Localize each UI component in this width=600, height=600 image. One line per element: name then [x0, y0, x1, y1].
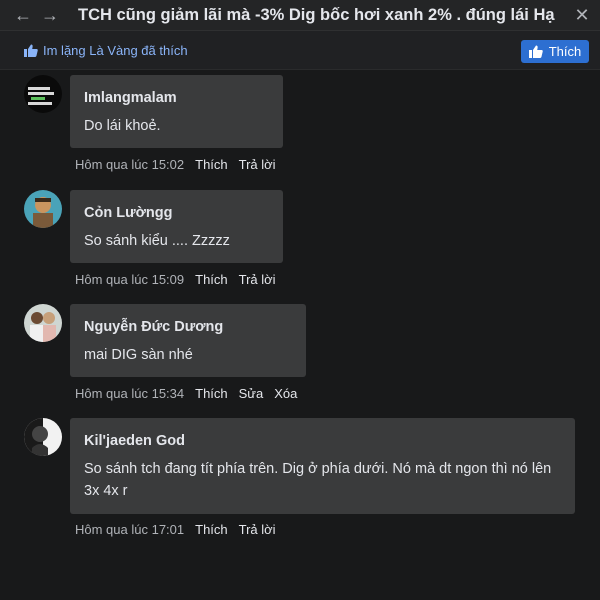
- like-action[interactable]: Thích: [195, 522, 228, 537]
- like-action[interactable]: Thích: [195, 157, 228, 172]
- reply-action[interactable]: Trả lời: [239, 522, 276, 537]
- thumbs-up-icon: [528, 45, 543, 58]
- comment-author[interactable]: Cỏn Lườngg: [84, 205, 269, 221]
- like-action[interactable]: Thích: [195, 386, 228, 401]
- avatar[interactable]: [24, 418, 62, 456]
- avatar[interactable]: [24, 190, 62, 228]
- comment-bubble: Cỏn Lườngg So sánh kiểu .... Zzzzz: [70, 190, 283, 263]
- forward-arrow-icon[interactable]: →: [38, 3, 62, 27]
- comment-text: mai DIG sàn nhé: [84, 347, 193, 363]
- delete-action[interactable]: Xóa: [274, 386, 297, 401]
- comment-text: So sánh tch đang tít phía trên. Dig ở ph…: [84, 461, 552, 499]
- close-icon[interactable]: ✕: [570, 3, 594, 27]
- comment-author[interactable]: Imlangmalam: [84, 90, 269, 106]
- comment-bubble: Imlangmalam Do lái khoẻ.: [70, 75, 283, 148]
- comment-meta: Hôm qua lúc 17:01 Thích Trả lời: [75, 522, 276, 537]
- like-action[interactable]: Thích: [195, 272, 228, 287]
- comment-bubble: Kil'jaeden God So sánh tch đang tít phía…: [70, 418, 575, 514]
- comment-time[interactable]: Hôm qua lúc 15:09: [75, 272, 184, 287]
- like-button[interactable]: Thích: [521, 40, 589, 63]
- avatar[interactable]: [24, 75, 62, 113]
- comment-time[interactable]: Hôm qua lúc 15:02: [75, 157, 184, 172]
- like-button-label: Thích: [548, 44, 582, 59]
- comment-text: Do lái khoẻ.: [84, 118, 161, 134]
- post-title: TCH cũng giảm lãi mà -3% Dig bốc hơi xan…: [78, 5, 555, 24]
- reply-action[interactable]: Trả lời: [239, 157, 276, 172]
- back-arrow-icon[interactable]: ←: [11, 3, 35, 27]
- liked-by-text: Im lặng Là Vàng đã thích: [43, 43, 188, 58]
- title-bar: ← → TCH cũng giảm lãi mà -3% Dig bốc hơi…: [0, 0, 600, 31]
- edit-action[interactable]: Sửa: [239, 386, 264, 401]
- comment-time[interactable]: Hôm qua lúc 17:01: [75, 522, 184, 537]
- reply-action[interactable]: Trả lời: [239, 272, 276, 287]
- thumbs-up-icon: [24, 44, 38, 57]
- comment-meta: Hôm qua lúc 15:02 Thích Trả lời: [75, 157, 276, 172]
- comment-author[interactable]: Kil'jaeden God: [84, 433, 561, 449]
- comment-bubble: Nguyễn Đức Dương mai DIG sàn nhé: [70, 304, 306, 377]
- comment-author[interactable]: Nguyễn Đức Dương: [84, 319, 292, 335]
- comment-text: So sánh kiểu .... Zzzzz: [84, 233, 230, 249]
- like-bar: Im lặng Là Vàng đã thích Thích: [0, 31, 600, 70]
- comment-time[interactable]: Hôm qua lúc 15:34: [75, 386, 184, 401]
- liked-by[interactable]: Im lặng Là Vàng đã thích: [24, 43, 188, 58]
- avatar[interactable]: [24, 304, 62, 342]
- comment-meta: Hôm qua lúc 15:34 Thích Sửa Xóa: [75, 386, 297, 401]
- comment-meta: Hôm qua lúc 15:09 Thích Trả lời: [75, 272, 276, 287]
